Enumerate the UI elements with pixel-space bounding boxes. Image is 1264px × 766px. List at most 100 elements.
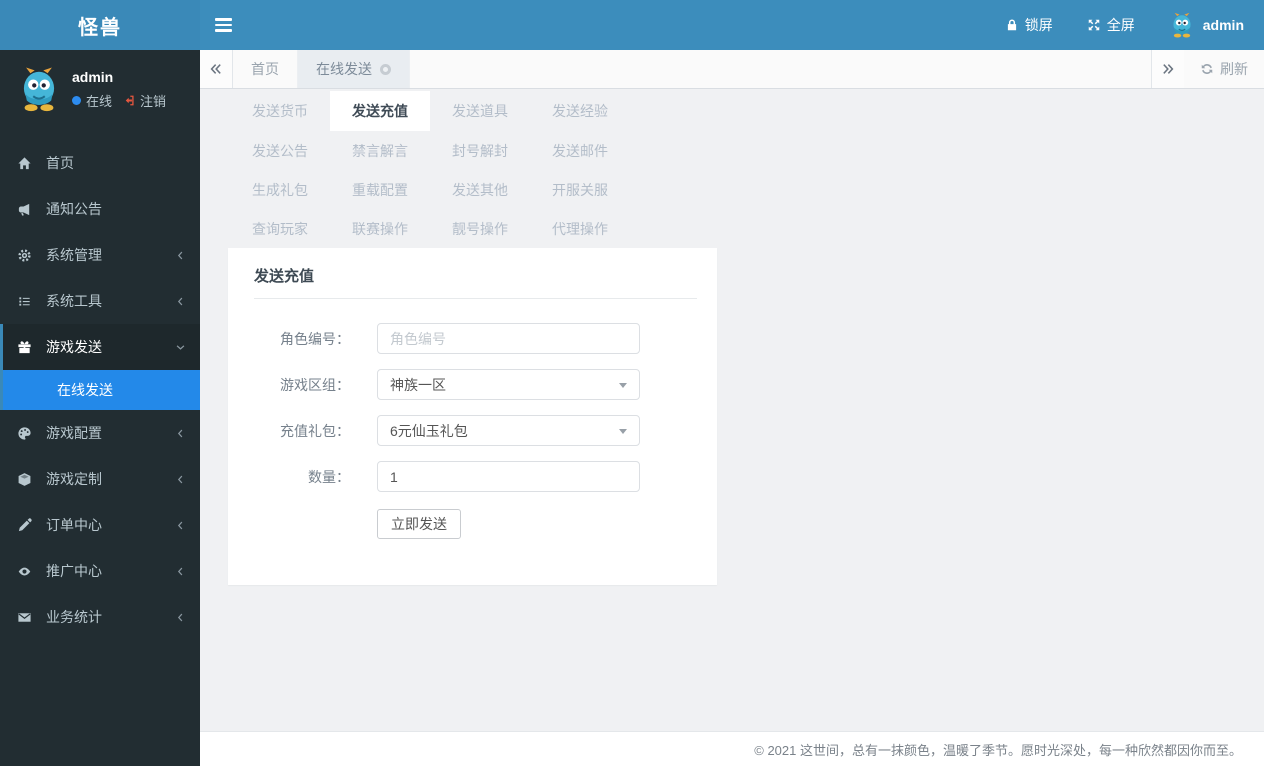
fullscreen-icon	[1087, 18, 1101, 32]
quick-nav-item[interactable]: 靓号操作	[430, 209, 530, 248]
chevrons-right-icon	[1161, 62, 1175, 76]
send-recharge-form: 角色编号： 游戏区组： 神族一区 充值礼包： 6元仙玉礼包	[228, 299, 717, 539]
tab-close-icon[interactable]	[380, 63, 391, 75]
quantity-input[interactable]	[377, 461, 640, 492]
quick-nav-item[interactable]: 代理操作	[530, 209, 630, 248]
role-id-label: 角色编号：	[280, 330, 350, 347]
quick-nav-item[interactable]: 发送道具	[430, 91, 530, 130]
main-area: 锁屏 全屏 admin 首页 在线发送 刷新 发送货币 发送充值 发送道具 发送…	[200, 0, 1264, 766]
role-id-input[interactable]	[377, 323, 640, 354]
tab-home-label: 首页	[251, 61, 279, 77]
quick-nav-item[interactable]: 发送邮件	[530, 131, 630, 170]
send-now-button[interactable]: 立即发送	[377, 509, 461, 539]
quick-nav-item[interactable]: 发送其他	[430, 170, 530, 209]
sidebar-nav: 首页 通知公告 系统管理 系统工具 游戏发送 在线发送 游戏配置 游戏定制 订单…	[0, 140, 200, 640]
quantity-label: 数量：	[308, 468, 350, 485]
list-icon	[17, 293, 37, 309]
user-menu[interactable]: admin	[1169, 12, 1244, 38]
tab-online-send-label: 在线发送	[316, 61, 372, 77]
navbar-avatar	[1172, 12, 1191, 38]
quick-nav-item-active[interactable]: 发送充值	[330, 91, 430, 131]
refresh-button[interactable]: 刷新	[1184, 50, 1264, 88]
quick-nav-item[interactable]: 查询玩家	[230, 209, 330, 248]
page-content: 发送货币 发送充值 发送道具 发送经验 发送公告 禁言解言 封号解封 发送邮件 …	[200, 89, 1264, 731]
user-panel: admin 在线 注销	[0, 50, 200, 128]
palette-icon	[17, 425, 37, 441]
logout-label: 注销	[140, 93, 167, 109]
user-name: admin	[72, 68, 114, 85]
sidebar-item-game-config[interactable]: 游戏配置	[0, 410, 200, 456]
app-window: 怪兽 admin 在线 注销 首页 通知公告 系统管理 系统工具 游戏发送 在线…	[0, 0, 1264, 766]
sidebar-subitem-online-send[interactable]: 在线发送	[3, 370, 200, 410]
sidebar-item-promotion-center[interactable]: 推广中心	[0, 548, 200, 594]
refresh-label: 刷新	[1220, 61, 1248, 77]
quick-nav-item[interactable]: 开服关服	[530, 170, 630, 209]
tabbar-spacer	[410, 50, 1151, 88]
send-recharge-card: 发送充值 角色编号： 游戏区组： 神族一区 充	[228, 248, 717, 585]
quick-nav-item[interactable]: 发送公告	[230, 131, 330, 170]
lock-icon	[1005, 18, 1019, 32]
server-label: 游戏区组：	[280, 376, 350, 393]
package-select[interactable]: 6元仙玉礼包	[377, 415, 640, 446]
copyright-text: © 2021 这世间，总有一抹颜色，温暖了季节。愿时光深处，每一种欣然都因你而至…	[754, 742, 1242, 758]
page-tab-bar: 首页 在线发送 刷新	[200, 50, 1264, 89]
quick-nav-item[interactable]: 联赛操作	[330, 209, 430, 248]
quick-nav-item[interactable]: 发送货币	[230, 91, 330, 130]
chevron-left-icon	[175, 296, 186, 307]
refresh-icon	[1200, 62, 1214, 76]
tab-online-send[interactable]: 在线发送	[298, 50, 410, 88]
sidebar-item-system-tools[interactable]: 系统工具	[0, 278, 200, 324]
fullscreen-button[interactable]: 全屏	[1087, 15, 1135, 35]
cube-icon	[17, 471, 37, 487]
quick-nav-item[interactable]: 重载配置	[330, 170, 430, 209]
logout-icon	[123, 94, 136, 107]
user-avatar	[22, 66, 56, 112]
tabs-scroll-right-button[interactable]	[1151, 50, 1184, 88]
logout-link[interactable]: 注销	[123, 91, 166, 110]
chevron-left-icon	[175, 250, 186, 261]
quick-nav-item[interactable]: 封号解封	[430, 131, 530, 170]
sidebar-item-game-send[interactable]: 游戏发送	[3, 324, 200, 370]
bullhorn-icon	[17, 201, 37, 217]
eye-icon	[17, 563, 37, 579]
fullscreen-label: 全屏	[1106, 17, 1135, 33]
card-title: 发送充值	[254, 265, 697, 299]
tab-home[interactable]: 首页	[233, 50, 298, 88]
server-select-value: 神族一区	[390, 376, 446, 393]
sidebar-group-game-send: 游戏发送 在线发送	[0, 324, 200, 410]
sidebar-toggle-button[interactable]	[200, 0, 246, 50]
chevron-left-icon	[175, 566, 186, 577]
select-caret-icon	[619, 383, 627, 388]
sidebar-item-game-custom[interactable]: 游戏定制	[0, 456, 200, 502]
chevron-left-icon	[175, 612, 186, 623]
envelope-icon	[17, 609, 37, 625]
chevron-left-icon	[175, 474, 186, 485]
lock-screen-button[interactable]: 锁屏	[1005, 15, 1053, 35]
sidebar-item-notice[interactable]: 通知公告	[0, 186, 200, 232]
gear-icon	[17, 247, 37, 263]
brand-logo[interactable]: 怪兽	[0, 0, 200, 50]
select-caret-icon	[619, 429, 627, 434]
sidebar-item-order-center[interactable]: 订单中心	[0, 502, 200, 548]
sidebar-item-business-stats[interactable]: 业务统计	[0, 594, 200, 640]
quick-nav-grid: 发送货币 发送充值 发送道具 发送经验 发送公告 禁言解言 封号解封 发送邮件 …	[230, 91, 1264, 248]
package-select-value: 6元仙玉礼包	[390, 422, 468, 439]
chevrons-left-icon	[209, 62, 223, 76]
chevron-left-icon	[175, 520, 186, 531]
server-select[interactable]: 神族一区	[377, 369, 640, 400]
quick-nav-item[interactable]: 禁言解言	[330, 131, 430, 170]
sidebar-item-system-manage[interactable]: 系统管理	[0, 232, 200, 278]
lock-screen-label: 锁屏	[1024, 17, 1053, 33]
quick-nav-item[interactable]: 生成礼包	[230, 170, 330, 209]
page-footer: © 2021 这世间，总有一抹颜色，温暖了季节。愿时光深处，每一种欣然都因你而至…	[200, 731, 1264, 766]
brush-icon	[17, 517, 37, 533]
quick-nav-item[interactable]: 发送经验	[530, 91, 630, 130]
sidebar-item-home[interactable]: 首页	[0, 140, 200, 186]
tabs-scroll-left-button[interactable]	[200, 50, 233, 88]
package-label: 充值礼包：	[280, 422, 350, 439]
online-status-label: 在线	[86, 93, 113, 109]
hamburger-icon	[214, 18, 232, 21]
top-navbar: 锁屏 全屏 admin	[200, 0, 1264, 50]
sidebar: 怪兽 admin 在线 注销 首页 通知公告 系统管理 系统工具 游戏发送 在线…	[0, 0, 200, 766]
navbar-username: admin	[1202, 17, 1244, 33]
